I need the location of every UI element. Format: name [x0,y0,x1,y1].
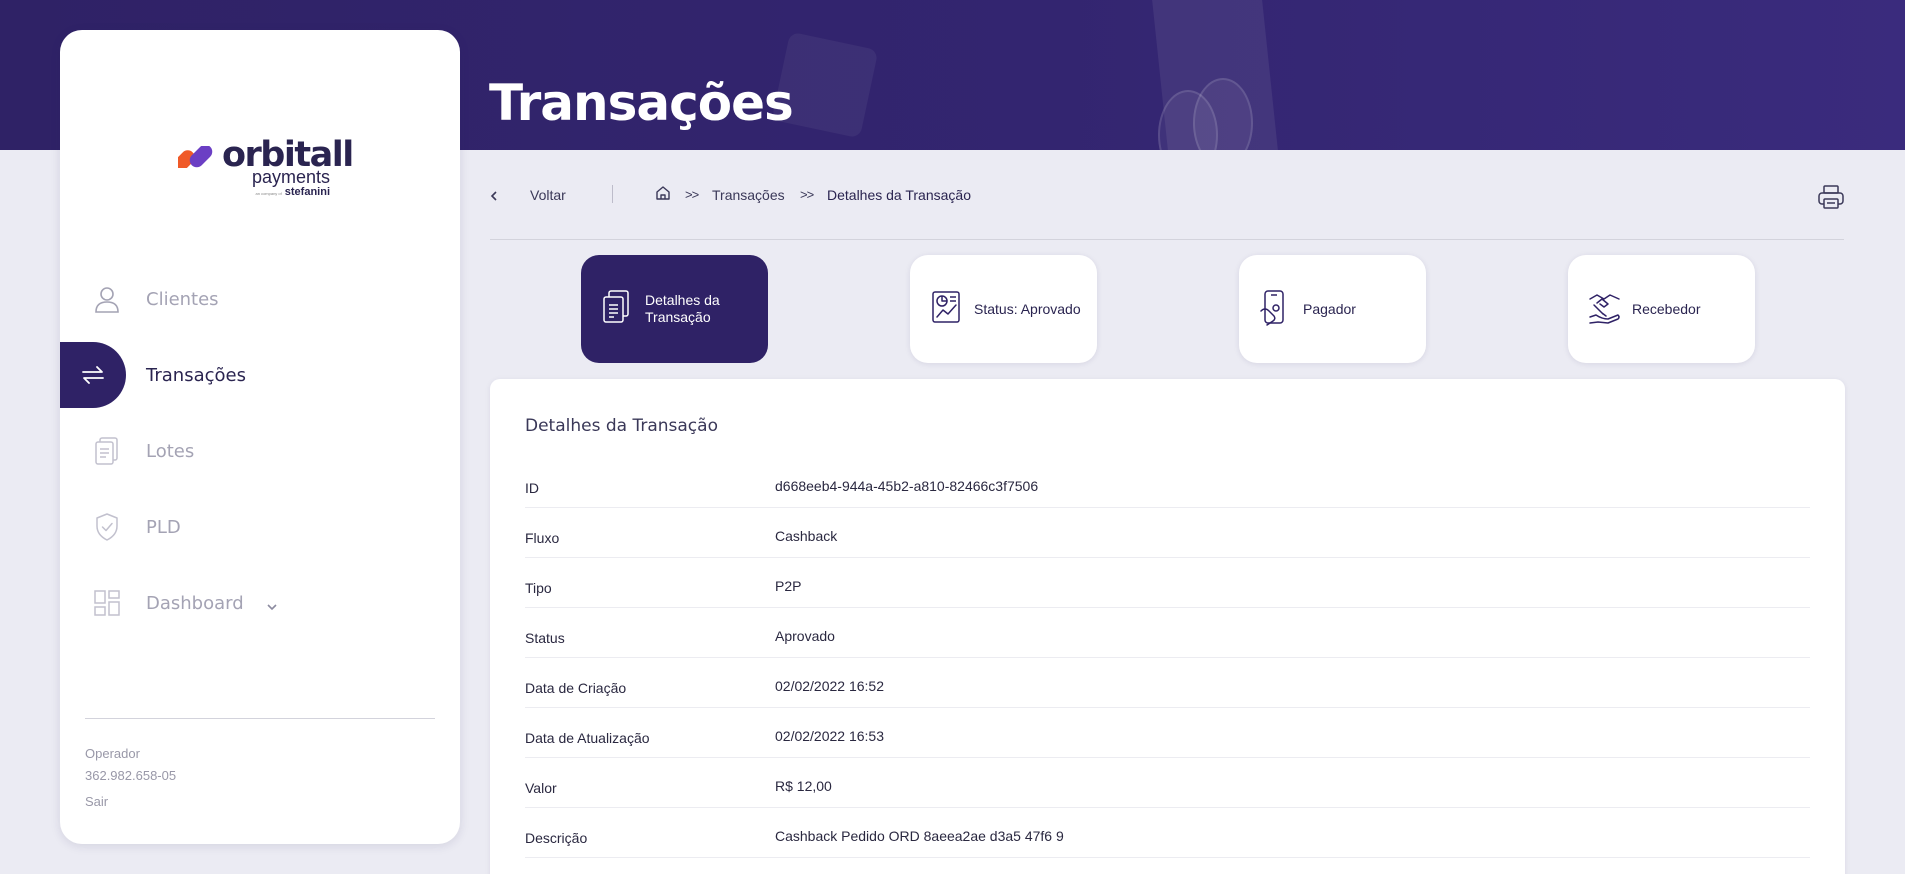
transaction-details-card: Detalhes da Transação ID d668eeb4-944a-4… [490,379,1845,874]
breadcrumb-item-transacoes[interactable]: Transações [712,187,785,203]
detail-value: 02/02/2022 16:53 [775,728,884,744]
detail-key: Descrição [525,830,588,846]
details-title: Detalhes da Transação [525,416,718,436]
tab-label: Recebedor [1632,300,1701,317]
detail-value: R$ 12,00 [775,778,832,794]
phone-hand-icon [1259,289,1289,332]
chevron-down-icon [266,598,278,616]
sidebar-item-label: Transações [146,364,246,386]
detail-key: Valor [525,780,557,796]
sidebar-item-pld[interactable]: PLD [60,494,460,560]
detail-key: Data de Criação [525,680,627,696]
sidebar: orbitall payments an company of stefanini… [60,30,460,844]
handshake-icon [1588,289,1622,330]
detail-row: ID d668eeb4-944a-45b2-a810-82466c3f7506 [525,458,1810,508]
tab-label: Detalhes da Transação [645,292,720,325]
shield-check-icon [74,494,140,560]
detail-key: Tipo [525,580,552,596]
operator-value: 362.982.658-05 [85,768,177,783]
sidebar-item-label: PLD [146,516,181,538]
detail-key: Data de Atualização [525,730,650,746]
documents-icon [74,418,140,484]
sidebar-item-label: Clientes [146,288,219,310]
sidebar-divider [85,718,435,719]
detail-row: Status Aprovado [525,608,1810,658]
logout-link[interactable]: Sair [85,794,108,809]
detail-value: Cashback [775,528,838,544]
logo-mark-icon [178,146,213,168]
sidebar-item-clientes[interactable]: Clientes [60,266,460,332]
detail-row: Descrição Cashback Pedido ORD 8aeea2ae d… [525,808,1810,858]
operator-label: Operador [85,746,140,761]
transfer-arrows-icon [60,342,126,408]
breadcrumb-item-current: Detalhes da Transação [827,187,971,203]
detail-value: Aprovado [775,628,835,644]
detail-key: ID [525,480,539,496]
sidebar-item-transacoes[interactable]: Transações [60,342,460,408]
detail-row: Fluxo Cashback [525,508,1810,558]
page-title: Transações [489,74,794,132]
breadcrumb-divider [612,185,613,203]
detail-row: Tipo P2P [525,558,1810,608]
tab-status[interactable]: Status: Aprovado [910,255,1097,363]
print-icon[interactable] [1817,184,1845,215]
detail-key: Status [525,630,565,646]
tab-label: Status: Aprovado [974,300,1081,317]
detail-value: d668eeb4-944a-45b2-a810-82466c3f7506 [775,478,1039,494]
tab-pagador[interactable]: Pagador [1239,255,1426,363]
user-icon [74,266,140,332]
detail-row: Data de Criação 02/02/2022 16:52 [525,658,1810,708]
dashboard-grid-icon [74,570,140,636]
logo-subtitle: payments [251,167,330,187]
chevron-left-icon [490,189,498,207]
tab-label: Pagador [1303,300,1356,317]
detail-row: Data de Atualização 02/02/2022 16:53 [525,708,1810,758]
sidebar-item-label: Dashboard [146,592,244,614]
detail-value: Cashback Pedido ORD 8aeea2ae d3a5 47f6 9 [775,828,1064,844]
detail-row: Valor R$ 12,00 [525,758,1810,808]
sidebar-item-dashboard[interactable]: Dashboard [60,570,460,636]
breadcrumb-separator: >> [800,187,814,202]
sidebar-item-lotes[interactable]: Lotes [60,418,460,484]
breadcrumb-separator: >> [685,187,699,202]
breadcrumb: Voltar >> Transações >> Detalhes da Tran… [490,178,1844,240]
detail-key: Fluxo [525,530,560,546]
detail-value: 02/02/2022 16:52 [775,678,884,694]
tab-recebedor[interactable]: Recebedor [1568,255,1755,363]
back-label: Voltar [530,187,566,203]
status-chart-icon [930,289,964,330]
logo: orbitall payments an company of stefanini [178,112,354,198]
detail-value: P2P [775,578,802,594]
home-icon[interactable] [655,185,671,206]
sidebar-item-label: Lotes [146,440,195,462]
tab-detalhes[interactable]: Detalhes da Transação [581,255,768,363]
document-list-icon [601,289,631,330]
logo-tag: an company of stefanini [255,186,330,198]
